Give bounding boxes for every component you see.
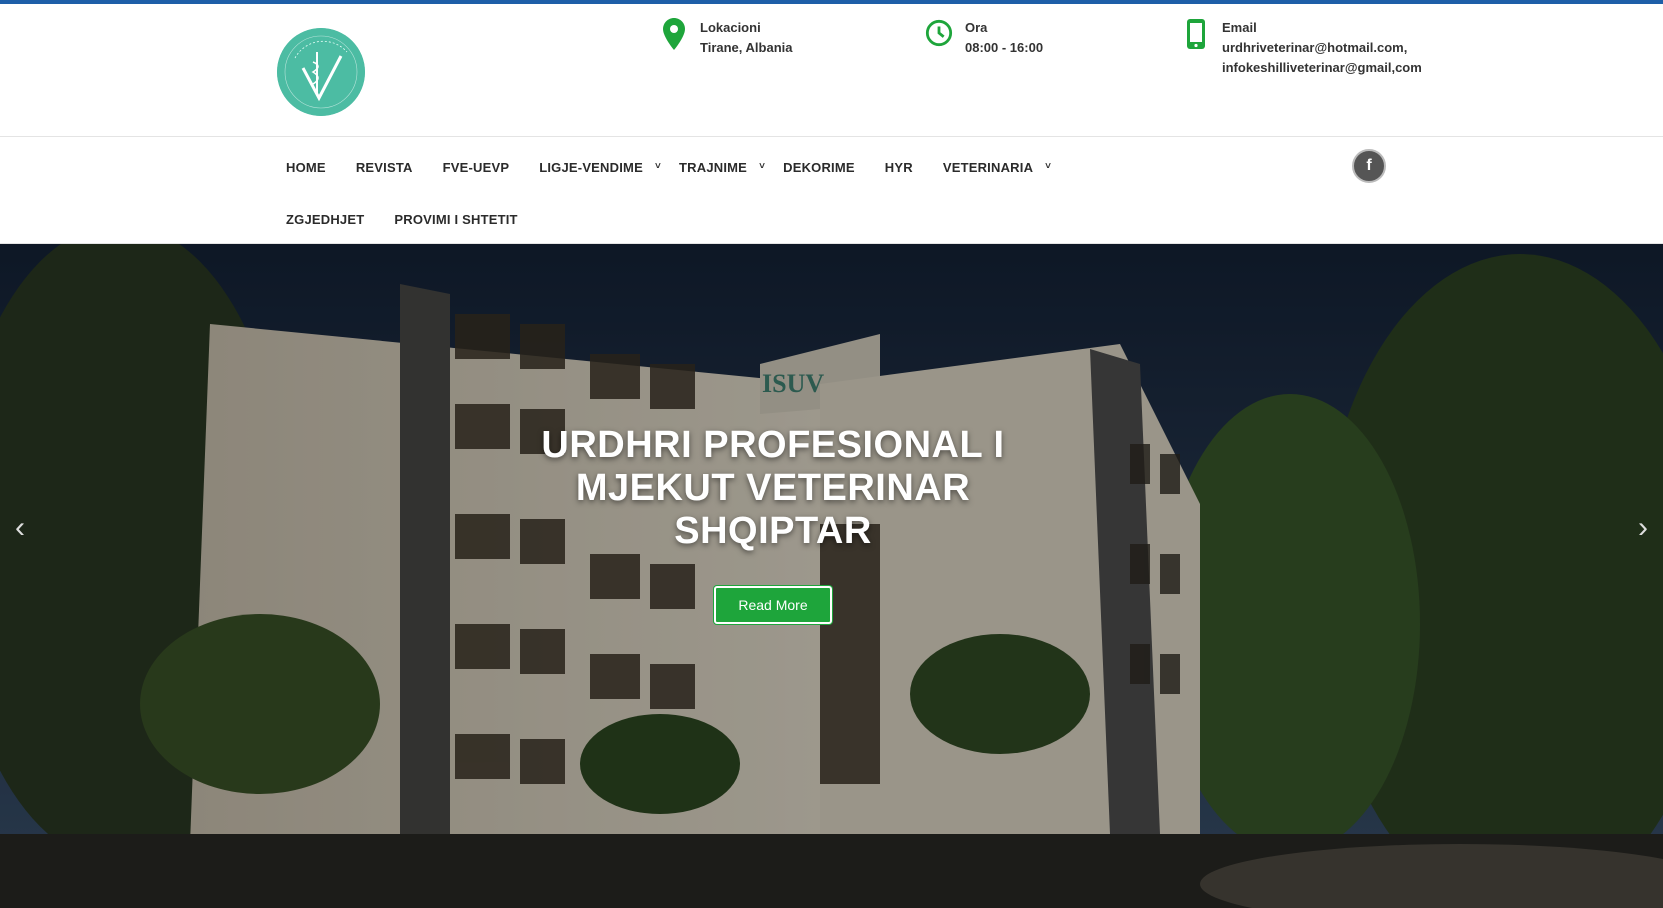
email-label: Email	[1222, 20, 1257, 35]
nav-label: REVISTA	[355, 159, 413, 175]
hero-title-line-3: SHQIPTAR	[674, 510, 872, 552]
nav-row-secondary: ZGJEDHJET PROVIMI I SHTETIT	[286, 207, 548, 231]
nav-label: LIGJE-VENDIME	[539, 159, 643, 175]
phone-icon	[1182, 18, 1210, 54]
nav-item-hyr[interactable]: HYR	[885, 155, 913, 179]
main-navigation: HOME REVISTA FVE-UEVP LIGJE-VENDIME ˅ TRA…	[0, 136, 1663, 244]
hours-info: Ora 08:00 - 16:00	[925, 18, 1043, 58]
nav-label: TRAJNIME	[679, 159, 748, 175]
site-header: Lokacioni Tirane, Albania Ora 08:00 - 16…	[0, 4, 1663, 136]
hours-label: Ora	[965, 20, 988, 35]
slider-next-arrow-icon[interactable]: ›	[1623, 506, 1663, 550]
nav-row-primary: HOME REVISTA FVE-UEVP LIGJE-VENDIME ˅ TRA…	[286, 155, 1081, 179]
location-value: Tirane, Albania	[700, 40, 793, 55]
nav-item-ligje-vendime[interactable]: LIGJE-VENDIME ˅	[539, 155, 661, 179]
hero-background-image: ISUV	[0, 244, 1663, 908]
site-logo[interactable]	[277, 28, 365, 116]
nav-item-provimi-i-shtetit[interactable]: PROVIMI I SHTETIT	[394, 207, 517, 231]
building-sign: ISUV	[762, 369, 824, 398]
nav-label: PROVIMI I SHTETIT	[394, 211, 518, 227]
email-link-2[interactable]: infokeshilliveterinar@gmail,com	[1222, 58, 1422, 78]
email-info: Email urdhriveterinar@hotmail.com, infok…	[1182, 18, 1422, 78]
nav-label: HYR	[884, 159, 913, 175]
email-link-1[interactable]: urdhriveterinar@hotmail.com,	[1222, 38, 1422, 58]
clock-icon	[925, 18, 953, 54]
nav-item-fve-uevp[interactable]: FVE-UEVP	[443, 155, 510, 179]
slider-prev-arrow-icon[interactable]: ‹	[0, 506, 40, 550]
hero-title-line-1: URDHRI PROFESIONAL I	[541, 424, 1005, 466]
nav-item-revista[interactable]: REVISTA	[356, 155, 413, 179]
hero-slider: ISUV URDHRI PROFESIONAL I MJEKUT VETERIN…	[0, 244, 1663, 908]
hours-value: 08:00 - 16:00	[965, 40, 1044, 55]
chevron-down-icon: ˅	[759, 160, 766, 172]
nav-label: VETERINARIA	[942, 159, 1034, 175]
chevron-down-icon: ˅	[1045, 160, 1052, 172]
facebook-icon[interactable]: f	[1352, 149, 1386, 183]
nav-item-zgjedhjet[interactable]: ZGJEDHJET	[286, 207, 364, 231]
nav-label: FVE-UEVP	[442, 159, 510, 175]
read-more-button[interactable]: Read More	[714, 586, 832, 624]
nav-label: ZGJEDHJET	[286, 211, 365, 227]
hero-title-line-2: MJEKUT VETERINAR	[575, 467, 971, 509]
nav-item-dekorime[interactable]: DEKORIME	[783, 155, 855, 179]
hero-title: URDHRI PROFESIONAL I MJEKUT VETERINAR SH…	[470, 424, 1076, 553]
nav-label: HOME	[286, 159, 326, 175]
nav-item-trajnime[interactable]: TRAJNIME ˅	[679, 155, 765, 179]
nav-label: DEKORIME	[783, 159, 855, 175]
nav-item-home[interactable]: HOME	[286, 155, 326, 179]
location-label: Lokacioni	[700, 20, 761, 35]
chevron-down-icon: ˅	[654, 160, 661, 172]
logo-emblem-icon	[277, 28, 365, 116]
map-pin-icon	[660, 18, 688, 54]
location-info: Lokacioni Tirane, Albania	[660, 18, 792, 58]
nav-item-veterinaria[interactable]: VETERINARIA ˅	[943, 155, 1051, 179]
